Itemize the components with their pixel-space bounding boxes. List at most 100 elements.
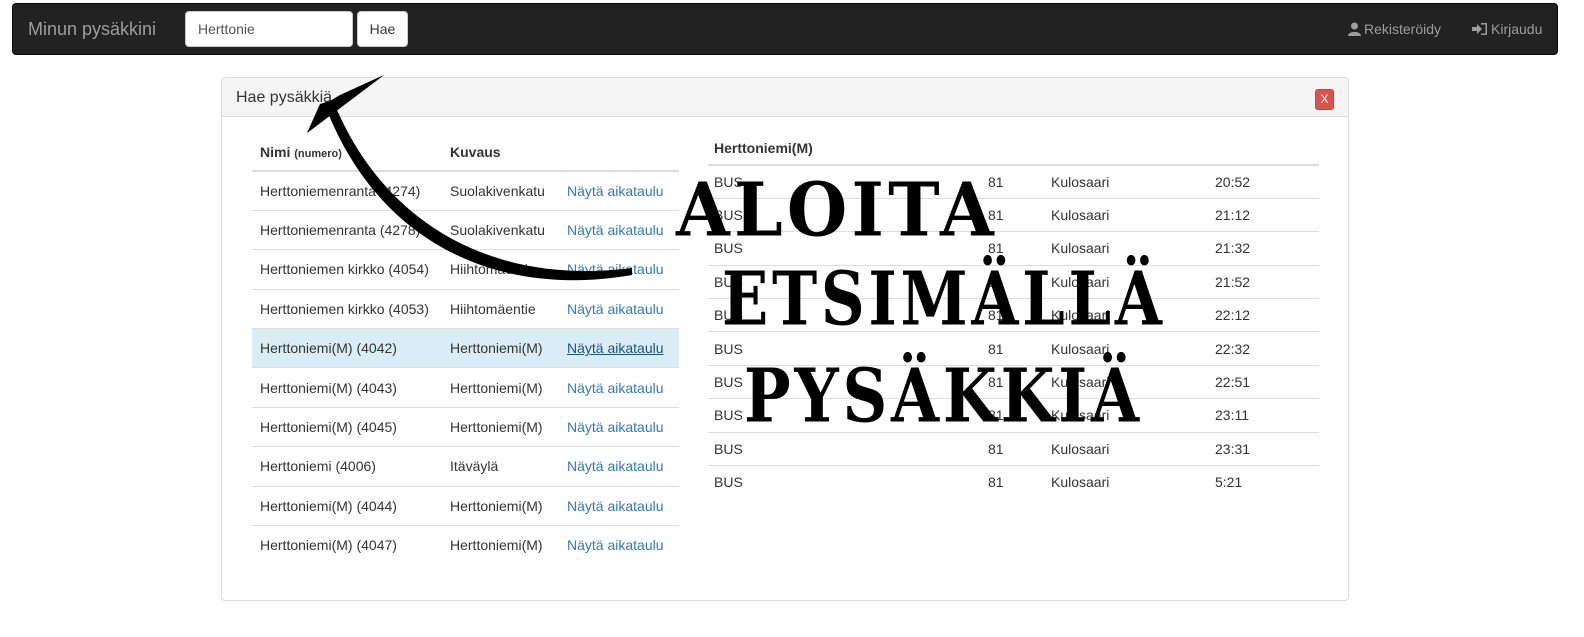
user-icon <box>1348 22 1361 36</box>
stop-name: Herttoniemi(M) <box>260 340 353 357</box>
line-number: 81 <box>982 231 1045 266</box>
description-header: Kuvaus <box>442 134 559 172</box>
destination: Kulosaari <box>1045 231 1209 266</box>
line-number: 81 <box>982 298 1045 332</box>
register-link[interactable]: Rekisteröidy <box>1348 21 1441 37</box>
stop-row: Herttoniemi(M) (4043) Herttoniemi(M) Näytä… <box>252 367 679 408</box>
stop-row: Herttoniemen kirkko (4054) Hiihtomäentie N… <box>252 249 679 290</box>
stop-description: Herttoniemi(M) <box>442 525 559 565</box>
departure-time: 22:32 <box>1209 331 1319 366</box>
show-timetable-link[interactable]: Näytä aikataulu <box>567 222 664 238</box>
destination: Kulosaari <box>1045 364 1209 399</box>
stop-name-cell: Herttoniemi(M) (4045) <box>252 406 442 447</box>
stop-description: Itäväylä <box>442 446 559 487</box>
line-number: 81 <box>982 364 1045 399</box>
stop-number: (4278) <box>379 222 421 239</box>
destination: Kulosaari <box>1051 173 1110 190</box>
departure-row: BUS 81 Kulosaari 21:52 <box>708 264 1319 299</box>
stop-name-cell: Herttoniemi (4006) <box>252 446 442 487</box>
search-panel: Hae pysäkkiä X Nimi (numero) Kuvaus Hert… <box>221 77 1349 601</box>
departure-row: BUS 81 Kulosaari 23:31 <box>708 431 1319 466</box>
stops-table: Nimi (numero) Kuvaus Herttoniemenranta (… <box>252 134 679 565</box>
search-input[interactable] <box>185 11 353 47</box>
show-timetable-link[interactable]: Näytä aikataulu <box>567 537 664 553</box>
departure-time: 22:51 <box>1209 364 1319 399</box>
vehicle-type: BUS <box>708 197 982 232</box>
stop-number: (4043) <box>356 379 397 396</box>
stop-description: Herttoniemi(M) <box>442 406 559 447</box>
stop-number: (4045) <box>356 419 397 436</box>
line-number: 81 <box>982 197 1045 232</box>
show-timetable-link[interactable]: Näytä aikataulu <box>567 301 664 317</box>
line-number: 81 <box>982 431 1045 466</box>
departure-row: BUS 81 Kulosaari 21:12 <box>708 197 1319 232</box>
stop-row: Herttoniemen kirkko (4053) Hiihtomäentie N… <box>252 288 679 329</box>
vehicle-type: BUS <box>708 364 982 399</box>
show-timetable-link[interactable]: Näytä aikataulu <box>567 380 664 396</box>
vehicle-type: BUS <box>708 398 982 433</box>
stop-number: (4054) <box>388 261 429 278</box>
show-timetable-link[interactable]: Näytä aikataulu <box>567 261 664 277</box>
stop-description: Suolakivenkatu <box>442 209 559 250</box>
panel-title: Hae pysäkkiä <box>236 89 333 106</box>
line-number: 81 <box>982 264 1045 299</box>
stop-name: Herttoniemenranta <box>260 182 376 199</box>
panel-heading: Hae pysäkkiä X <box>222 78 1348 117</box>
brand[interactable]: Minun pysäkkini <box>28 19 156 40</box>
stop-row: Herttoniemenranta (4274) Suolakivenkatu Nä… <box>252 171 679 210</box>
stop-number: (4053) <box>388 300 429 317</box>
stop-row: Herttoniemenranta (4278) Suolakivenkatu Nä… <box>252 209 679 250</box>
vehicle-type: BUS <box>708 264 982 299</box>
line-number: 81 <box>982 465 1045 499</box>
vehicle-type: BUS <box>714 173 743 190</box>
stop-name: Herttoniemi(M) <box>260 379 353 396</box>
stop-description: Herttoniemi(M) <box>442 485 559 526</box>
show-timetable-link[interactable]: Näytä aikataulu <box>567 183 664 199</box>
show-timetable-link[interactable]: Näytä aikataulu <box>567 458 664 474</box>
stop-row: Herttoniemi(M) (4044) Herttoniemi(M) Näytä… <box>252 485 679 526</box>
stop-name: Herttoniemenranta <box>260 222 376 239</box>
departure-row: BUS 81 Kulosaari 22:12 <box>708 298 1319 332</box>
stop-number: (4044) <box>356 497 397 514</box>
show-timetable-link[interactable]: Näytä aikataulu <box>567 419 664 435</box>
line-number: 81 <box>988 173 1004 190</box>
stop-description: Hiihtomäentie <box>442 249 559 290</box>
stop-number: (4006) <box>335 458 376 475</box>
departure-row: BUS 81 Kulosaari 23:11 <box>708 398 1319 433</box>
departure-row: BUS 81 Kulosaari 22:32 <box>708 331 1319 366</box>
show-timetable-link[interactable]: Näytä aikataulu <box>567 340 664 356</box>
name-column-header: Nimi (numero) <box>252 134 442 172</box>
departure-time: 23:31 <box>1209 431 1319 466</box>
stop-description: Hiihtomäentie <box>442 288 559 329</box>
stop-row-selected: Herttoniemi(M) (4042) Herttoniemi(M) Näytä… <box>252 328 679 368</box>
stop-name-cell: Herttoniemi(M) (4047) <box>252 525 442 565</box>
stop-row: Herttoniemi(M) (4047) Herttoniemi(M) Näytä… <box>252 525 679 565</box>
destination: Kulosaari <box>1045 264 1209 299</box>
login-link[interactable]: Kirjaudu <box>1472 21 1542 37</box>
departure-row: BUS 81 Kulosaari 22:51 <box>708 364 1319 399</box>
departure-time: 21:32 <box>1209 231 1319 266</box>
stop-name: Herttoniemen kirkko <box>260 261 385 278</box>
stop-name-cell: Herttoniemi(M) (4043) <box>252 367 442 408</box>
search-button[interactable]: Hae <box>357 11 408 47</box>
stop-row: Herttoniemi (4006) Itäväylä Näytä aikataul… <box>252 446 679 487</box>
show-timetable-link[interactable]: Näytä aikataulu <box>567 498 664 514</box>
vehicle-type: BUS <box>708 231 982 266</box>
departure-time: 21:52 <box>1209 264 1319 299</box>
stop-name-cell: Herttoniemi(M) (4044) <box>252 485 442 526</box>
number-header: (numero) <box>294 148 342 160</box>
vehicle-type: BUS <box>708 431 982 466</box>
close-button[interactable]: X <box>1315 89 1334 110</box>
login-label: Kirjaudu <box>1491 21 1543 37</box>
stop-name-cell: Herttoniemenranta (4274) <box>252 171 442 210</box>
line-number: 81 <box>982 398 1045 433</box>
stop-description: Suolakivenkatu <box>450 182 545 199</box>
schedule-table: Herttoniemi(M) BUS 81 Kulosaari 20:52 BUS 81… <box>708 132 1319 499</box>
vehicle-type: BUS <box>708 465 982 499</box>
stop-name: Herttoniemi(M) <box>260 419 353 436</box>
stop-description: Herttoniemi(M) <box>442 328 559 368</box>
destination: Kulosaari <box>1045 298 1209 332</box>
departure-time: 5:21 <box>1209 465 1319 499</box>
stop-name-cell: Herttoniemen kirkko (4054) <box>252 249 442 290</box>
destination: Kulosaari <box>1045 465 1209 499</box>
